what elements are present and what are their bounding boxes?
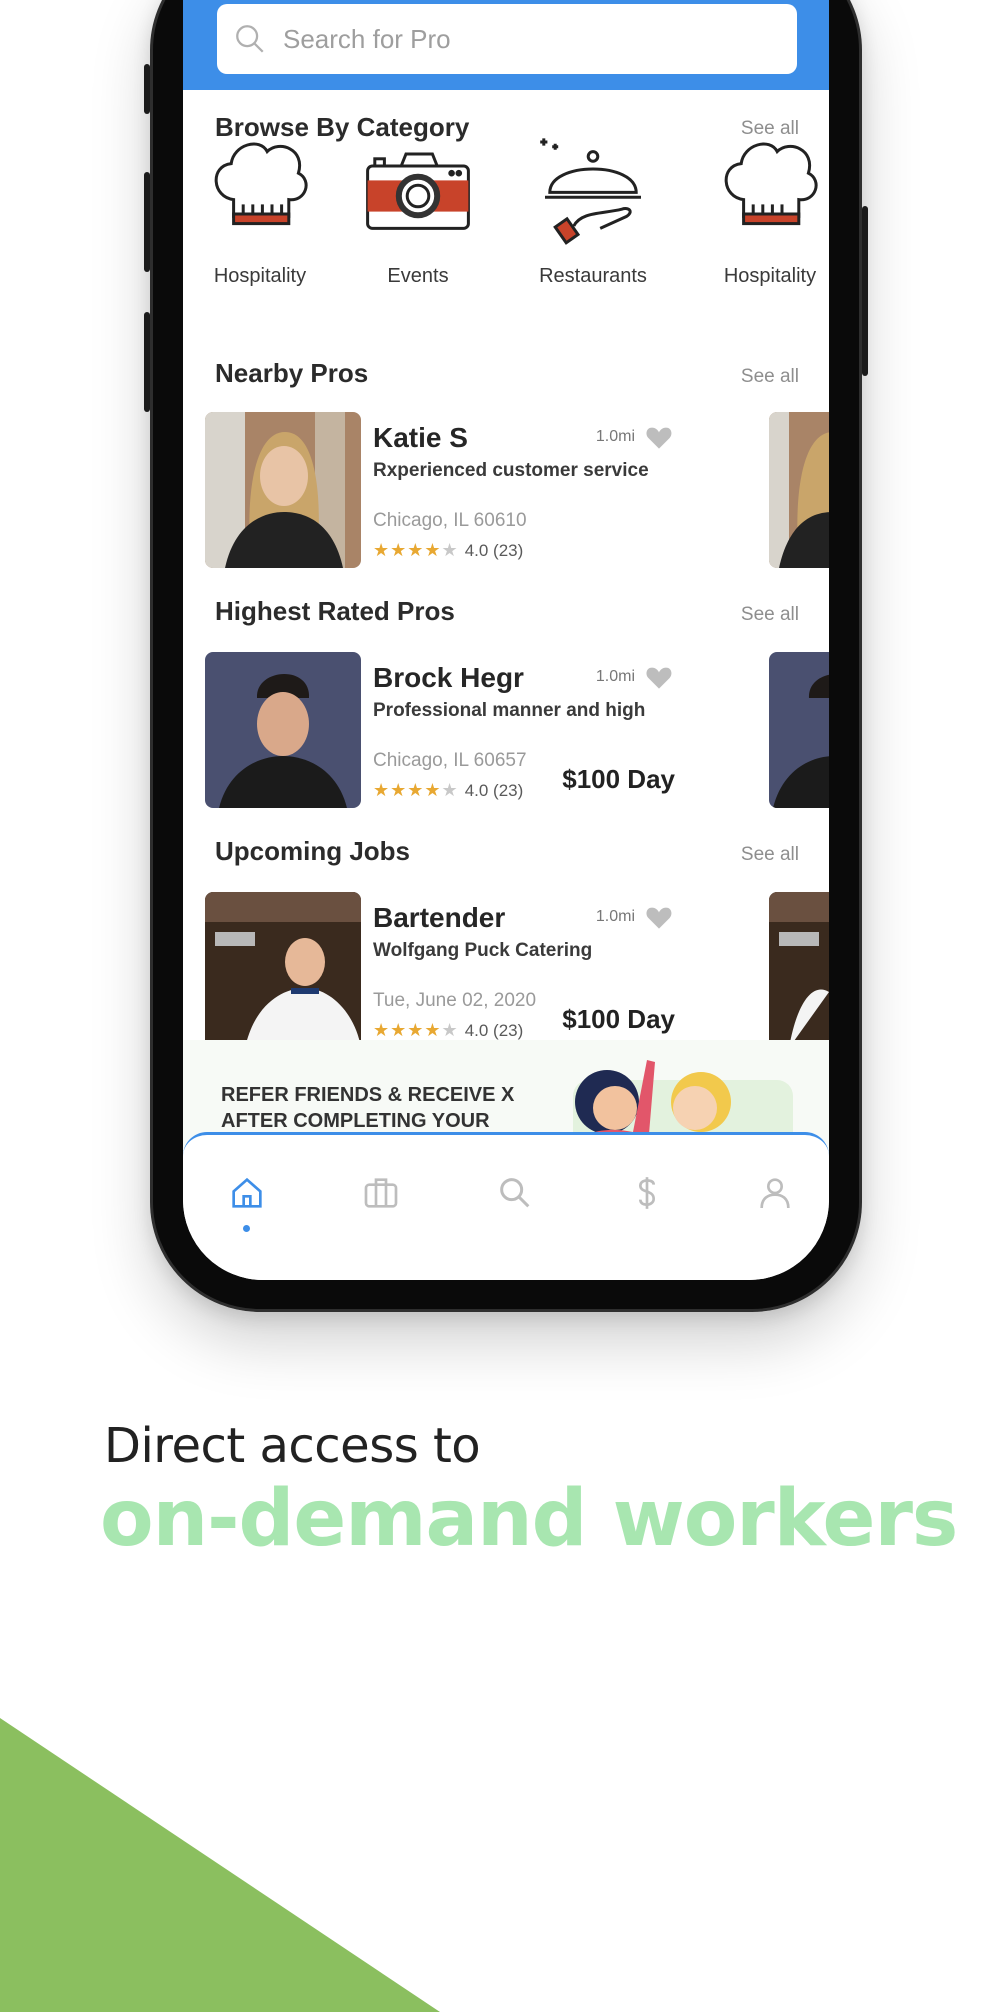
pro-location: Chicago, IL 60657 [373, 750, 527, 771]
favorite-heart-icon[interactable] [645, 664, 673, 690]
see-all-link-highest[interactable]: See all [741, 604, 799, 626]
see-all-link-nearby[interactable]: See all [741, 366, 799, 388]
pro-location: Chicago, IL 60610 [373, 510, 527, 531]
pro-name: Katie S [373, 422, 468, 453]
bottom-tab-bar [183, 1132, 829, 1280]
phone-side-button [144, 172, 150, 272]
category-label: Restaurants [539, 265, 647, 287]
rating-value: 4.0 (23) [464, 540, 524, 560]
active-tab-indicator [243, 1225, 250, 1232]
phone-side-button [144, 64, 150, 114]
section-title-nearby: Nearby Pros [215, 358, 369, 388]
chef-hat-icon [724, 142, 818, 226]
pro-description: Professional manner and high [373, 700, 646, 721]
pro-card-peek[interactable] [769, 652, 829, 808]
job-rating: ★★★★★ 4.0 (23) [373, 1020, 523, 1041]
user-icon [760, 1178, 790, 1209]
favorite-heart-icon[interactable] [645, 424, 673, 450]
marketing-headline-line2: on-demand workers [100, 1474, 958, 1564]
job-employer: Wolfgang Puck Catering [373, 940, 593, 961]
job-card-bartender[interactable]: Bartender Wolfgang Puck Catering Tue, Ju… [205, 892, 705, 1048]
job-distance: 1.0mi [595, 908, 635, 925]
category-label: Hospitality [723, 265, 817, 287]
chef-hat-icon [214, 142, 308, 226]
dollar-icon [638, 1177, 656, 1209]
pro-distance: 1.0mi [595, 668, 635, 685]
pro-rating: ★★★★★ 4.0 (23) [373, 540, 523, 561]
star-rating-icons: ★★★★★ [373, 780, 459, 800]
job-card-peek[interactable] [769, 892, 829, 1048]
pro-rating: ★★★★★ 4.0 (23) [373, 780, 523, 801]
category-events[interactable]: Events [343, 130, 493, 288]
pro-card-katie[interactable]: Katie S Rxperienced customer service Chi… [205, 412, 705, 568]
home-icon [232, 1177, 262, 1208]
section-title-highest: Highest Rated Pros [215, 596, 455, 626]
star-rating-icons: ★★★★★ [373, 540, 459, 560]
job-price: $100 Day [562, 1004, 675, 1034]
category-hospitality-2[interactable]: Hospitality [695, 130, 829, 288]
tab-jobs[interactable] [361, 1173, 401, 1213]
rating-value: 4.0 (23) [464, 780, 524, 800]
phone-side-button [144, 312, 150, 412]
see-all-link-jobs[interactable]: See all [741, 844, 799, 866]
category-label: Events [387, 265, 449, 287]
pro-card-brock[interactable]: Brock Hegr Professional manner and high … [205, 652, 705, 808]
favorite-heart-icon[interactable] [645, 904, 673, 930]
app-header [183, 0, 829, 90]
tab-home[interactable] [227, 1173, 267, 1213]
decorative-green-triangle [0, 1718, 440, 2012]
section-title-jobs: Upcoming Jobs [215, 836, 411, 866]
rating-value: 4.0 (23) [464, 1020, 524, 1040]
pro-description: Rxperienced customer service [373, 460, 649, 481]
phone-side-button [862, 206, 868, 376]
pro-card-peek[interactable] [769, 412, 829, 568]
search-input[interactable] [283, 23, 763, 55]
tab-payments[interactable] [627, 1173, 667, 1213]
job-photo [205, 892, 361, 1048]
category-label: Hospitality [213, 265, 307, 287]
pro-distance: 1.0mi [595, 428, 635, 445]
serving-cloche-icon [540, 138, 641, 245]
category-restaurants[interactable]: Restaurants [518, 130, 668, 288]
pro-price: $100 Day [562, 764, 675, 794]
search-icon [500, 1178, 530, 1208]
search-icon [236, 25, 264, 53]
briefcase-icon [364, 1178, 398, 1208]
camera-icon [366, 152, 470, 230]
tab-profile[interactable] [755, 1173, 795, 1213]
pro-name: Brock Hegr [373, 662, 524, 693]
marketing-headline-line1: Direct access to [104, 1418, 481, 1474]
category-hospitality[interactable]: Hospitality [185, 130, 335, 288]
tab-search[interactable] [495, 1173, 535, 1213]
search-bar[interactable] [217, 4, 797, 74]
pro-photo [205, 652, 361, 808]
app-screen: Browse By Category See all Hospitality E… [183, 0, 829, 1280]
star-rating-icons: ★★★★★ [373, 1020, 459, 1040]
job-date: Tue, June 02, 2020 [373, 990, 537, 1011]
job-title: Bartender [373, 902, 506, 933]
pro-photo [205, 412, 361, 568]
